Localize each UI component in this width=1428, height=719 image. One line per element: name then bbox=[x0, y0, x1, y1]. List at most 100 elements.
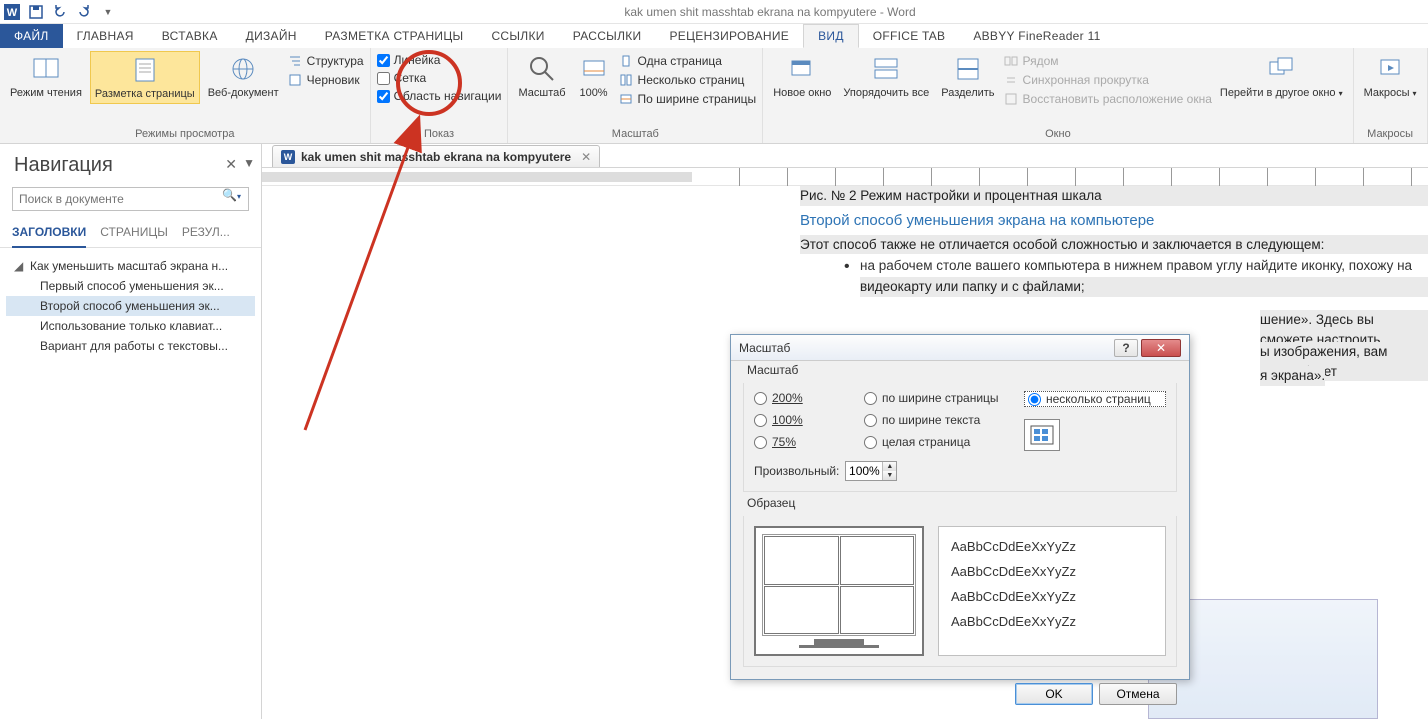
web-layout-icon bbox=[227, 53, 259, 85]
arrange-icon bbox=[870, 53, 902, 85]
search-icon[interactable]: 🔍▾ bbox=[222, 188, 241, 202]
btn-split[interactable]: Разделить bbox=[937, 51, 998, 102]
undo-icon[interactable] bbox=[52, 4, 68, 20]
word-icon: W bbox=[4, 4, 20, 20]
outline-icon bbox=[287, 53, 303, 69]
btn-100pct[interactable]: 100% bbox=[574, 51, 614, 102]
dialog-titlebar[interactable]: Масштаб ? ✕ bbox=[731, 335, 1189, 361]
radio-multi-pages[interactable]: несколько страниц bbox=[1024, 391, 1166, 407]
tab-close-icon[interactable]: ✕ bbox=[581, 150, 591, 164]
radio-page-width[interactable]: по ширине страницы bbox=[864, 391, 1024, 405]
nav-tab-pages[interactable]: СТРАНИЦЫ bbox=[100, 221, 168, 247]
radio-text-width[interactable]: по ширине текста bbox=[864, 413, 1024, 427]
multi-page-icon bbox=[618, 72, 634, 88]
tab-design[interactable]: ДИЗАЙН bbox=[232, 24, 311, 48]
new-window-icon bbox=[786, 53, 818, 85]
nav-tab-headings[interactable]: ЗАГОЛОВКИ bbox=[12, 221, 86, 247]
dialog-buttons: OK Отмена bbox=[731, 675, 1189, 713]
radio-whole-page[interactable]: целая страница bbox=[864, 435, 1024, 449]
doc-text: Рис. № 2 Режим настройки и процентная шк… bbox=[800, 186, 1428, 206]
btn-new-window[interactable]: Новое окно bbox=[769, 51, 835, 102]
tree-item[interactable]: Использование только клавиат... bbox=[6, 316, 255, 336]
tree-item-selected[interactable]: Второй способ уменьшения эк... bbox=[6, 296, 255, 316]
radio-200[interactable]: 200% bbox=[754, 391, 864, 405]
multi-page-picker[interactable] bbox=[1024, 419, 1060, 451]
document-tab[interactable]: W kak umen shit masshtab ekrana na kompy… bbox=[272, 145, 600, 167]
tab-abbyy[interactable]: ABBYY FineReader 11 bbox=[959, 24, 1114, 48]
btn-outline[interactable]: Структура bbox=[287, 53, 364, 69]
monitor-preview bbox=[754, 526, 924, 656]
redo-icon[interactable] bbox=[76, 4, 92, 20]
tree-item[interactable]: Вариант для работы с текстовы... bbox=[6, 336, 255, 356]
sync-icon bbox=[1003, 72, 1019, 88]
quick-access-toolbar: W ▼ bbox=[4, 4, 116, 20]
doc-heading: Второй способ уменьшения экрана на компь… bbox=[800, 212, 1428, 229]
fieldset-legend: Масштаб bbox=[743, 363, 802, 377]
chk-navpane[interactable]: Область навигации bbox=[377, 89, 502, 103]
btn-macros[interactable]: Макросы ▾ bbox=[1360, 51, 1421, 102]
title-bar: W ▼ kak umen shit masshtab ekrana na kom… bbox=[0, 0, 1428, 24]
btn-zoom[interactable]: Масштаб bbox=[514, 51, 569, 102]
ok-button[interactable]: OK bbox=[1015, 683, 1093, 705]
dialog-help-icon[interactable]: ? bbox=[1114, 339, 1138, 357]
cancel-button[interactable]: Отмена bbox=[1099, 683, 1177, 705]
tab-references[interactable]: ССЫЛКИ bbox=[477, 24, 558, 48]
list-item: на рабочем столе вашего компьютера в ниж… bbox=[844, 258, 1428, 273]
btn-read-mode[interactable]: Режим чтения bbox=[6, 51, 86, 102]
btn-page-width[interactable]: По ширине страницы bbox=[618, 91, 757, 107]
svg-text:W: W bbox=[7, 7, 18, 19]
tab-officetab[interactable]: OFFICE TAB bbox=[859, 24, 960, 48]
dialog-body: Масштаб 200% 100% 75% Произвольный: ▲▼ п… bbox=[731, 361, 1189, 675]
dialog-close-icon[interactable]: ✕ bbox=[1141, 339, 1181, 357]
window-title: kak umen shit masshtab ekrana na kompyut… bbox=[116, 5, 1424, 19]
chk-grid[interactable]: Сетка bbox=[377, 71, 502, 85]
zoom-options: 200% 100% 75% Произвольный: ▲▼ по ширине… bbox=[743, 383, 1177, 492]
workspace: Навигация ▼ ✕ 🔍▾ ЗАГОЛОВКИ СТРАНИЦЫ РЕЗУ… bbox=[0, 144, 1428, 719]
radio-100[interactable]: 100% bbox=[754, 413, 864, 427]
btn-sync-scroll: Синхронная прокрутка bbox=[1003, 72, 1212, 88]
btn-print-layout[interactable]: Разметка страницы bbox=[90, 51, 200, 104]
nav-tab-results[interactable]: РЕЗУЛ... bbox=[182, 221, 230, 247]
reset-icon bbox=[1003, 91, 1019, 107]
custom-zoom-row: Произвольный: ▲▼ bbox=[754, 461, 864, 481]
group-window: Новое окно Упорядочить все Разделить Ряд… bbox=[763, 48, 1353, 143]
tab-mailings[interactable]: РАССЫЛКИ bbox=[559, 24, 656, 48]
radio-75[interactable]: 75% bbox=[754, 435, 864, 449]
btn-draft[interactable]: Черновик bbox=[287, 72, 364, 88]
btn-one-page[interactable]: Одна страница bbox=[618, 53, 757, 69]
nav-search-input[interactable] bbox=[12, 187, 249, 211]
preview-legend: Образец bbox=[743, 496, 799, 510]
tree-item-root[interactable]: ◢Как уменьшить масштаб экрана н... bbox=[6, 256, 255, 276]
tab-insert[interactable]: ВСТАВКА bbox=[148, 24, 232, 48]
word-file-icon: W bbox=[281, 150, 295, 164]
nav-close-icon[interactable]: ✕ bbox=[225, 156, 237, 173]
btn-multi-page[interactable]: Несколько страниц bbox=[618, 72, 757, 88]
tab-view[interactable]: ВИД bbox=[803, 24, 859, 48]
group-show: Линейка Сетка Область навигации Показ bbox=[371, 48, 509, 143]
btn-switch-window[interactable]: Перейти в другое окно ▾ bbox=[1216, 51, 1347, 102]
save-icon[interactable] bbox=[28, 4, 44, 20]
tab-layout[interactable]: РАЗМЕТКА СТРАНИЦЫ bbox=[311, 24, 478, 48]
nav-dropdown-icon[interactable]: ▼ bbox=[243, 156, 255, 170]
tab-home[interactable]: ГЛАВНАЯ bbox=[63, 24, 148, 48]
nav-tabs: ЗАГОЛОВКИ СТРАНИЦЫ РЕЗУЛ... bbox=[0, 221, 261, 248]
collapse-icon[interactable]: ◢ bbox=[14, 259, 26, 273]
zoom-icon bbox=[526, 53, 558, 85]
ribbon: Режим чтения Разметка страницы Веб-докум… bbox=[0, 48, 1428, 144]
switch-icon bbox=[1265, 53, 1297, 85]
macros-icon bbox=[1374, 53, 1406, 85]
ruler[interactable] bbox=[262, 168, 1428, 186]
btn-arrange-all[interactable]: Упорядочить все bbox=[839, 51, 933, 102]
zoom-dialog: Масштаб ? ✕ Масштаб 200% 100% 75% Произв… bbox=[730, 334, 1190, 680]
qat-customize-icon[interactable]: ▼ bbox=[100, 4, 116, 20]
tree-item[interactable]: Первый способ уменьшения эк... bbox=[6, 276, 255, 296]
font-sample: AaBbCcDdEeXxYyZz AaBbCcDdEeXxYyZz AaBbCc… bbox=[938, 526, 1166, 656]
tab-review[interactable]: РЕЦЕНЗИРОВАНИЕ bbox=[655, 24, 803, 48]
read-mode-icon bbox=[30, 53, 62, 85]
ribbon-tabs: ФАЙЛ ГЛАВНАЯ ВСТАВКА ДИЗАЙН РАЗМЕТКА СТР… bbox=[0, 24, 1428, 48]
document-tabs: W kak umen shit masshtab ekrana na kompy… bbox=[262, 144, 1428, 168]
tab-file[interactable]: ФАЙЛ bbox=[0, 24, 63, 48]
doc-text: я экрана». bbox=[1260, 366, 1325, 386]
btn-web-layout[interactable]: Веб-документ bbox=[204, 51, 283, 102]
chk-ruler[interactable]: Линейка bbox=[377, 53, 502, 67]
